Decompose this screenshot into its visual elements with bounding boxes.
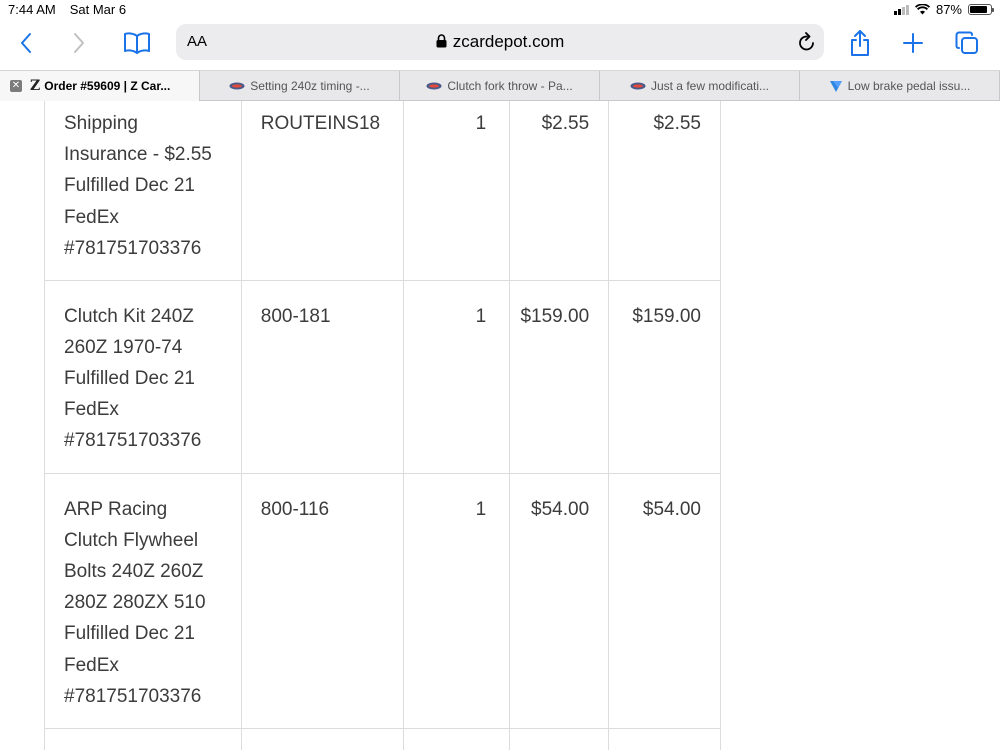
tab-label: Low brake pedal issu... [847,79,971,93]
tracking-number: #781751703376 [64,685,202,707]
tab-modifications[interactable]: Just a few modificati... [600,71,800,101]
close-icon[interactable]: ✕ [10,80,22,92]
price-cell: $2.55 [509,101,610,281]
order-items-table: Shipping Insurance - $2.55 Fulfilled Dec… [44,101,721,750]
tab-order[interactable]: ✕ Z Order #59609 | Z Car... [0,71,200,101]
share-button[interactable] [843,26,877,60]
quantity-cell: 1 [402,101,511,281]
fulfillment-status: Fulfilled Dec 21 [64,623,195,645]
sku-cell: 800-181 [240,279,404,474]
chevron-left-icon [21,33,31,53]
table-row [44,727,721,750]
tab-clutch-fork[interactable]: Clutch fork throw - Pa... [400,71,600,101]
new-tab-button[interactable] [896,26,930,60]
carrier-name: FedEx [64,206,119,228]
tab-label: Setting 240z timing -... [250,79,370,93]
tracking-number: #781751703376 [64,430,202,452]
battery-percent: 87% [935,2,962,17]
z-logo-icon: Z [30,78,41,94]
carrier-name: FedEx [64,654,119,676]
status-time: 7:44 AM [8,2,56,17]
sku-cell: 800-116 [240,472,404,729]
tab-overview-button[interactable] [950,26,984,60]
item-name-line: Clutch Flywheel [64,529,199,551]
tab-label: Just a few modificati... [650,79,770,93]
chevron-right-icon [74,33,84,53]
page-content: Shipping Insurance - $2.55 Fulfilled Dec… [0,101,1000,750]
tabs-icon [955,31,978,54]
back-button[interactable] [9,26,43,60]
tab-bar: ✕ Z Order #59609 | Z Car... Setting 240z… [0,70,1000,101]
item-name-line: 280Z 280ZX 510 [64,592,206,614]
quantity-cell [402,727,511,750]
plus-icon [903,33,923,53]
table-row: Shipping Insurance - $2.55 Fulfilled Dec… [44,101,721,281]
forum-logo-icon [630,82,646,90]
item-name-line: Shipping [64,113,138,134]
sku-cell [240,727,404,750]
wifi-icon [914,4,930,15]
item-name-line: Clutch Kit 240Z [64,305,194,327]
status-date: Sat Mar 6 [69,2,127,17]
site-logo-icon [829,81,842,92]
item-name-line: Insurance - $2.55 [64,144,212,166]
item-name-line: ARP Racing [64,498,168,520]
reload-icon[interactable] [798,32,816,52]
tab-label: Order #59609 | Z Car... [44,79,171,93]
item-name-cell [44,727,242,750]
address-bar[interactable]: AA zcardepot.com [176,24,824,60]
fulfillment-status: Fulfilled Dec 21 [64,175,195,197]
lock-icon [436,34,447,48]
item-name-cell: Shipping Insurance - $2.55 Fulfilled Dec… [44,101,242,281]
tab-brake-pedal[interactable]: Low brake pedal issu... [800,71,1000,101]
total-cell: $54.00 [608,472,721,729]
tab-label: Clutch fork throw - Pa... [447,79,573,93]
item-name-cell: Clutch Kit 240Z 260Z 1970-74 Fulfilled D… [44,279,242,474]
table-row: Clutch Kit 240Z 260Z 1970-74 Fulfilled D… [44,279,721,474]
total-cell [608,727,721,750]
tab-setting-timing[interactable]: Setting 240z timing -... [200,71,400,101]
bookmarks-button[interactable] [120,26,154,60]
browser-toolbar: AA zcardepot.com [0,20,1000,66]
forward-button[interactable] [62,26,96,60]
cellular-signal-icon [893,4,909,15]
carrier-name: FedEx [64,399,119,421]
fulfillment-status: Fulfilled Dec 21 [64,367,195,389]
total-cell: $2.55 [608,101,721,281]
item-name-cell: ARP Racing Clutch Flywheel Bolts 240Z 26… [44,472,242,729]
battery-icon [968,4,994,15]
price-cell: $159.00 [509,279,610,474]
item-name-line: Bolts 240Z 260Z [64,560,204,582]
quantity-cell: 1 [402,472,511,729]
sku-cell: ROUTEINS18 [240,101,404,281]
table-row: ARP Racing Clutch Flywheel Bolts 240Z 26… [44,472,721,729]
price-cell: $54.00 [509,472,610,729]
item-name-line: 260Z 1970-74 [64,336,183,358]
book-icon [124,32,150,54]
price-cell [509,727,610,750]
share-icon [851,30,869,56]
url-text: zcardepot.com [452,32,565,51]
forum-logo-icon [229,82,245,90]
total-cell: $159.00 [608,279,721,474]
forum-logo-icon [426,82,442,90]
tracking-number: #781751703376 [64,237,202,259]
quantity-cell: 1 [402,279,511,474]
status-bar: 7:44 AM Sat Mar 6 87% [0,0,1000,20]
